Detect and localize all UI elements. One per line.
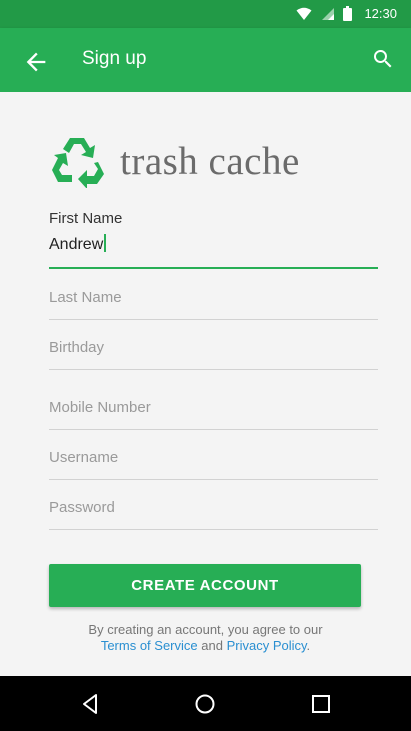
- recycle-icon: [52, 138, 104, 188]
- search-button[interactable]: [371, 46, 395, 72]
- birthday-field[interactable]: Birthday: [49, 338, 378, 370]
- status-time: 12:30: [364, 6, 397, 21]
- app-bar: Sign up: [0, 28, 411, 92]
- first-name-underline: [49, 267, 378, 269]
- birthday-underline: [49, 369, 378, 370]
- home-circle-icon: [195, 694, 215, 714]
- battery-icon: [343, 6, 353, 21]
- search-icon: [374, 50, 392, 68]
- nav-back-button[interactable]: [79, 692, 103, 716]
- page-title: Sign up: [82, 48, 147, 69]
- last-name-field[interactable]: Last Name: [49, 288, 378, 320]
- logo: trash cache: [50, 134, 300, 188]
- mobile-number-placeholder: Mobile Number: [49, 399, 151, 416]
- text-cursor: [104, 234, 106, 252]
- terms-of-service-link[interactable]: Terms of Service: [101, 638, 198, 653]
- first-name-value[interactable]: Andrew: [49, 234, 106, 254]
- arrow-back-icon: [26, 52, 46, 72]
- signal-icon: [322, 7, 335, 20]
- terms-line-1: By creating an account, you agree to our: [88, 622, 323, 637]
- first-name-text: Andrew: [49, 236, 104, 253]
- system-nav-bar: [0, 676, 411, 731]
- status-bar: 12:30: [0, 0, 411, 28]
- recents-square-icon: [312, 695, 330, 713]
- logo-text: trash cache: [120, 139, 300, 183]
- password-underline: [49, 529, 378, 530]
- first-name-label: First Name: [49, 210, 123, 227]
- username-underline: [49, 479, 378, 480]
- privacy-policy-link[interactable]: Privacy Policy: [227, 638, 307, 653]
- signup-form-container: trash cache First Name Andrew Last Name …: [0, 92, 411, 676]
- create-account-button[interactable]: CREATE ACCOUNT: [49, 564, 361, 607]
- terms-notice: By creating an account, you agree to our…: [0, 622, 411, 654]
- status-icons: 12:30: [296, 6, 397, 21]
- wifi-icon: [296, 7, 312, 20]
- username-field[interactable]: Username: [49, 448, 378, 480]
- first-name-field[interactable]: First Name Andrew: [49, 210, 378, 270]
- username-placeholder: Username: [49, 449, 119, 466]
- last-name-underline: [49, 319, 378, 320]
- password-placeholder: Password: [49, 499, 115, 516]
- mobile-number-field[interactable]: Mobile Number: [49, 398, 378, 430]
- mobile-number-underline: [49, 429, 378, 430]
- birthday-placeholder: Birthday: [49, 339, 105, 356]
- terms-period: .: [306, 638, 311, 653]
- last-name-placeholder: Last Name: [49, 289, 122, 306]
- password-field[interactable]: Password: [49, 498, 378, 530]
- terms-line-2: Terms of Service and Privacy Policy.: [0, 638, 411, 654]
- back-triangle-icon: [83, 694, 97, 714]
- nav-recents-button[interactable]: [309, 692, 333, 716]
- nav-home-button[interactable]: [193, 692, 217, 716]
- back-button[interactable]: [22, 48, 50, 76]
- terms-and-text: and: [201, 638, 223, 653]
